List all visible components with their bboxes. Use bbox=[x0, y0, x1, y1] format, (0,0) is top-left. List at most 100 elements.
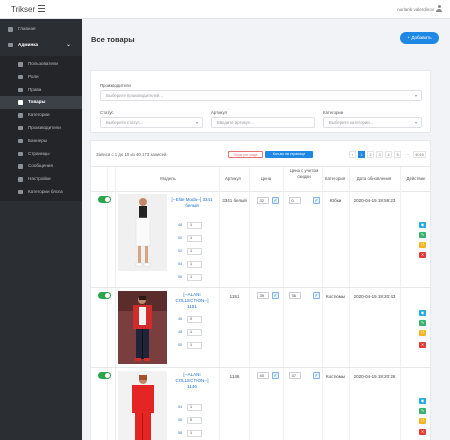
edit-icon[interactable]: ✎ bbox=[419, 408, 426, 414]
sidebar-item-permissions[interactable]: Права bbox=[0, 84, 82, 97]
status-toggle[interactable] bbox=[98, 292, 111, 299]
view-icon[interactable]: ◉ bbox=[419, 310, 426, 316]
col-model[interactable]: Модель bbox=[152, 176, 184, 182]
article-input[interactable]: Введите артикул... bbox=[211, 117, 315, 128]
size-qty-input[interactable]: 1 bbox=[187, 342, 202, 349]
col-article[interactable]: Артикул bbox=[222, 176, 244, 182]
size-qty-input[interactable]: 0 bbox=[187, 417, 202, 424]
status-toggle[interactable] bbox=[98, 196, 111, 203]
updated-value: 2020-04-15 19:20:26 bbox=[353, 374, 396, 379]
delete-icon[interactable]: ✕ bbox=[419, 429, 426, 435]
category-select[interactable]: Выберите категории... ▾ bbox=[323, 117, 422, 128]
price-input[interactable]: 39 bbox=[257, 292, 269, 299]
per-page-label[interactable]: Show per page bbox=[228, 151, 263, 158]
add-product-button[interactable]: + Добавить bbox=[400, 32, 439, 44]
sidebar-item-roles[interactable]: Роли bbox=[0, 71, 82, 84]
article-value: 3341 белый bbox=[222, 198, 247, 203]
status-label: Статус bbox=[100, 110, 114, 115]
col-updated[interactable]: Дата обновления bbox=[351, 176, 397, 182]
save-price-button[interactable]: ✓ bbox=[272, 292, 279, 299]
size-qty-input[interactable]: 1 bbox=[187, 222, 202, 229]
sidebar-item-products[interactable]: Товары bbox=[0, 96, 82, 110]
discount-price-input[interactable]: 37 bbox=[289, 372, 301, 379]
row-divider bbox=[91, 287, 430, 288]
status-select[interactable]: Выберите статус... ▾ bbox=[100, 117, 203, 128]
view-icon[interactable]: ◉ bbox=[419, 398, 426, 404]
sidebar-item-manufacturers[interactable]: Производители bbox=[0, 122, 82, 135]
col-discount-price[interactable]: Цена с учетом скидки bbox=[289, 168, 319, 179]
edit-icon[interactable]: ✎ bbox=[419, 320, 426, 326]
pagination-page-4[interactable]: 4 bbox=[385, 151, 392, 158]
product-image[interactable] bbox=[118, 291, 167, 364]
discount-price-input[interactable]: 36 bbox=[289, 292, 301, 299]
save-discount-button[interactable]: ✓ bbox=[313, 292, 320, 299]
sidebar-item-settings[interactable]: Настройки bbox=[0, 173, 82, 186]
product-image[interactable] bbox=[118, 194, 167, 271]
delete-icon[interactable]: ✕ bbox=[419, 252, 426, 258]
size-qty-input[interactable]: 1 bbox=[187, 430, 202, 437]
price-input[interactable]: 40 bbox=[257, 372, 269, 379]
users-icon bbox=[18, 62, 23, 67]
sidebar-item-messages[interactable]: Сообщения bbox=[0, 160, 82, 173]
status-toggle[interactable] bbox=[98, 372, 111, 379]
filter-panel: Производители Выберите производителей...… bbox=[90, 70, 431, 133]
pagination-last[interactable]: 4018 bbox=[413, 151, 426, 158]
updated-value: 2020-04-15 19:59:23 bbox=[353, 198, 396, 203]
col-price[interactable]: Цена bbox=[256, 176, 276, 182]
per-page-button[interactable]: Кол-во на странице bbox=[265, 151, 313, 158]
folder-icon bbox=[18, 113, 23, 118]
view-icon[interactable]: ◉ bbox=[419, 222, 426, 228]
save-discount-button[interactable]: ✓ bbox=[313, 372, 320, 379]
gear-icon bbox=[18, 177, 23, 182]
sidebar: Главная Админка ⌄ Пользователи Роли Прав… bbox=[0, 19, 82, 440]
sidebar-item-users[interactable]: Пользователи bbox=[0, 58, 82, 71]
main-content: Все товары + Добавить Производители Выбе… bbox=[82, 19, 450, 440]
price-input[interactable]: 32 bbox=[257, 197, 269, 204]
discount-price-input[interactable]: 0 bbox=[289, 197, 301, 204]
sidebar-item-admin[interactable]: Админка ⌄ bbox=[0, 39, 82, 52]
col-category[interactable]: Категория bbox=[323, 176, 347, 182]
product-name-link[interactable]: [--ALANI COLLECTION--] 1146 bbox=[171, 372, 213, 390]
size-qty-input[interactable]: 1 bbox=[187, 274, 202, 281]
save-price-button[interactable]: ✓ bbox=[272, 197, 279, 204]
size-qty-input[interactable]: 1 bbox=[187, 248, 202, 255]
size-qty-input[interactable]: 1 bbox=[187, 329, 202, 336]
category-value: Юбки bbox=[329, 198, 342, 203]
header-divider bbox=[91, 166, 430, 167]
user-icon[interactable] bbox=[436, 5, 442, 12]
size-qty-input[interactable]: 1 bbox=[187, 261, 202, 268]
copy-icon[interactable]: ❐ bbox=[419, 330, 426, 336]
pagination-page-2[interactable]: 2 bbox=[367, 151, 374, 158]
row-divider bbox=[91, 367, 430, 368]
brand-logo[interactable]: Trikser bbox=[11, 5, 35, 14]
manufacturer-select[interactable]: Выберите производителей... ▾ bbox=[100, 90, 422, 101]
size-label: 50 bbox=[178, 236, 183, 240]
save-discount-button[interactable]: ✓ bbox=[313, 197, 320, 204]
product-image[interactable] bbox=[118, 371, 167, 440]
product-name-link[interactable]: [--ALANI COLLECTION--] 1151 bbox=[171, 292, 213, 310]
category-label: Категории bbox=[323, 110, 344, 115]
save-price-button[interactable]: ✓ bbox=[272, 372, 279, 379]
size-qty-input[interactable]: 1 bbox=[187, 235, 202, 242]
col-actions: Действие bbox=[406, 176, 426, 181]
delete-icon[interactable]: ✕ bbox=[419, 342, 426, 348]
copy-icon[interactable]: ❐ bbox=[419, 242, 426, 248]
sidebar-item-categories[interactable]: Категории bbox=[0, 109, 82, 122]
pagination-page-5[interactable]: 5 bbox=[394, 151, 401, 158]
user-name[interactable]: nurlanb valerdinov bbox=[397, 7, 434, 12]
size-qty-input[interactable]: 1 bbox=[187, 404, 202, 411]
sidebar-item-pages[interactable]: Страницы bbox=[0, 148, 82, 161]
sidebar-item-banners[interactable]: Баннеры bbox=[0, 135, 82, 148]
menu-toggle-icon[interactable] bbox=[38, 5, 45, 12]
copy-icon[interactable]: ❐ bbox=[419, 418, 426, 424]
products-table: Записи с 1 до 10 из 40,173 записей Show … bbox=[90, 140, 431, 440]
size-label: 48 bbox=[178, 330, 183, 334]
size-qty-input[interactable]: 0 bbox=[187, 316, 202, 323]
sidebar-item-home[interactable]: Главная bbox=[0, 23, 82, 36]
edit-icon[interactable]: ✎ bbox=[419, 232, 426, 238]
pagination-page-1[interactable]: 1 bbox=[358, 151, 365, 158]
pagination-prev[interactable]: ‹ bbox=[349, 151, 356, 158]
sidebar-item-blog-categories[interactable]: Категории блога bbox=[0, 186, 82, 199]
product-name-link[interactable]: [--Elite Moda--] 3341 белый bbox=[171, 197, 213, 209]
pagination-page-3[interactable]: 3 bbox=[376, 151, 383, 158]
